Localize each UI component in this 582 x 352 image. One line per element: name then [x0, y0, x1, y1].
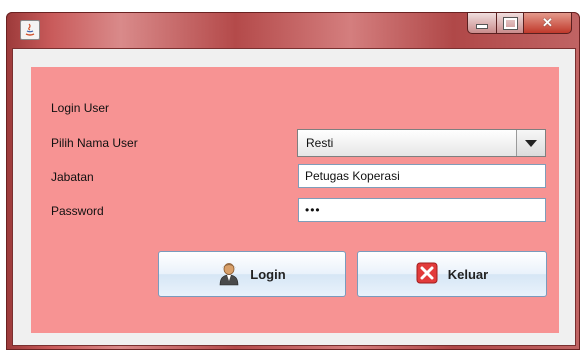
maximize-button[interactable] — [496, 12, 523, 34]
title-bar[interactable]: ✕ — [6, 12, 580, 48]
login-window: ✕ Login User Pilih Nama User Resti Jabat… — [6, 12, 580, 350]
keluar-button[interactable]: Keluar — [357, 251, 547, 297]
java-app-icon — [20, 20, 40, 40]
login-panel: Login User Pilih Nama User Resti Jabatan… — [31, 67, 559, 333]
form-heading: Login User — [51, 101, 110, 115]
login-label: Login — [250, 266, 286, 282]
close-button[interactable]: ✕ — [523, 12, 572, 34]
username-select[interactable]: Resti — [297, 129, 546, 157]
chevron-down-icon — [525, 139, 537, 147]
maximize-icon — [502, 16, 518, 30]
user-icon — [218, 262, 240, 286]
username-label: Pilih Nama User — [51, 136, 138, 150]
username-selected-value: Resti — [306, 136, 334, 150]
jabatan-field[interactable]: Petugas Koperasi — [298, 164, 546, 188]
login-button[interactable]: Login — [158, 251, 346, 297]
close-icon: ✕ — [542, 15, 553, 30]
minimize-button[interactable] — [467, 12, 496, 34]
password-label: Password — [51, 204, 104, 218]
close-x-icon — [416, 262, 438, 286]
keluar-label: Keluar — [447, 266, 489, 282]
window-controls: ✕ — [467, 12, 572, 34]
client-area: Login User Pilih Nama User Resti Jabatan… — [12, 48, 576, 346]
jabatan-label: Jabatan — [51, 170, 94, 184]
dropdown-button[interactable] — [516, 130, 545, 156]
password-field[interactable]: ••• — [298, 198, 546, 222]
minimize-icon — [476, 23, 488, 29]
